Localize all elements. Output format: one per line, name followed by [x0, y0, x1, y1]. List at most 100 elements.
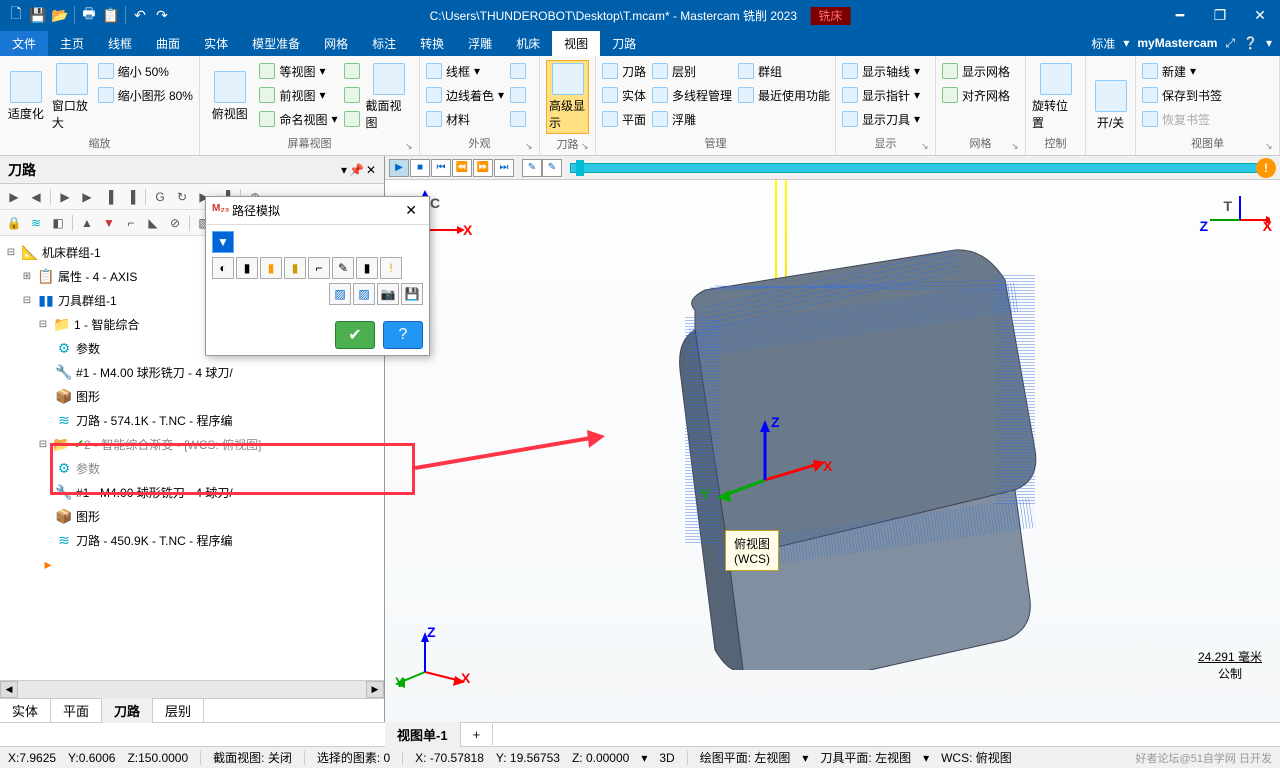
- add-viewsheet-button[interactable]: +: [461, 724, 494, 745]
- arrow-icon[interactable]: ▸: [39, 555, 57, 573]
- tb-icon[interactable]: ▶: [55, 187, 75, 207]
- tab-level[interactable]: 层别: [153, 698, 204, 723]
- show-axis-button[interactable]: 显示轴线▾: [842, 60, 920, 82]
- panel-pin-icon[interactable]: 📌: [349, 163, 364, 177]
- tree-toggle[interactable]: ⊟: [4, 247, 18, 258]
- fit-button[interactable]: 适度化: [6, 60, 46, 133]
- op2-label[interactable]: 2 - 智能综合渐变 - [WCS: 俯视图]: [84, 436, 261, 453]
- maximize-button[interactable]: ❐: [1200, 0, 1240, 30]
- show-pointer-button[interactable]: 显示指针▾: [842, 84, 920, 106]
- menu-toolpath[interactable]: 刀路: [600, 31, 648, 56]
- tb-icon[interactable]: ⊘: [165, 213, 185, 233]
- frontview-button[interactable]: 前视图▾: [259, 84, 337, 106]
- print-icon[interactable]: 🖶: [79, 5, 99, 25]
- isoview-button[interactable]: 等视图▾: [259, 60, 337, 82]
- menu-view[interactable]: 视图: [552, 31, 600, 56]
- dlg-mode-button[interactable]: ▼: [212, 231, 234, 253]
- close-button[interactable]: ✕: [1240, 0, 1280, 30]
- wireframe-button[interactable]: 线框▾: [426, 60, 504, 82]
- mgr-plane-button[interactable]: 平面: [602, 108, 646, 130]
- viewsheet-save-button[interactable]: 保存到书签: [1142, 84, 1222, 106]
- camera-icon[interactable]: 📷: [377, 283, 399, 305]
- dlg-btn[interactable]: ▨: [329, 283, 351, 305]
- down-icon[interactable]: ▼: [99, 213, 119, 233]
- launcher-icon[interactable]: ↘: [525, 141, 537, 153]
- rotate-button[interactable]: 旋转位置: [1032, 60, 1079, 133]
- dlg-btn[interactable]: ▮: [284, 257, 306, 279]
- dlg-btn[interactable]: ▮: [236, 257, 258, 279]
- view-icon-3[interactable]: [344, 111, 360, 127]
- tree-toggle[interactable]: ⊟: [36, 439, 50, 450]
- tb-icon[interactable]: ⌐: [121, 213, 141, 233]
- mgr-group-button[interactable]: 群组: [738, 60, 830, 82]
- show-grid-button[interactable]: 显示网格: [942, 60, 1010, 82]
- tb-icon[interactable]: ↻: [172, 187, 192, 207]
- viewsheet-new-button[interactable]: 新建▾: [1142, 60, 1222, 82]
- menu-wireframe[interactable]: 线框: [96, 31, 144, 56]
- section-view-button[interactable]: 截面视图: [366, 60, 413, 133]
- context-tab[interactable]: 铣床: [810, 7, 850, 25]
- launcher-icon[interactable]: ↘: [921, 141, 933, 153]
- launcher-icon[interactable]: ↘: [405, 141, 417, 153]
- menu-solid[interactable]: 实体: [192, 31, 240, 56]
- menu-relief[interactable]: 浮雕: [456, 31, 504, 56]
- minimize-button[interactable]: ━: [1160, 0, 1200, 30]
- dialog-close-button[interactable]: ✕: [399, 202, 423, 219]
- play-button[interactable]: ▶: [389, 159, 409, 177]
- expand-icon[interactable]: ⤢: [1225, 36, 1235, 51]
- launcher-icon[interactable]: ↘: [1011, 141, 1023, 153]
- menu-brand[interactable]: myMastercam: [1137, 36, 1217, 50]
- dialog-help-button[interactable]: ?: [383, 321, 423, 349]
- mgr-level-button[interactable]: 层别: [652, 60, 732, 82]
- menu-file[interactable]: 文件: [0, 31, 48, 56]
- advanced-display-button[interactable]: 高级显示: [546, 60, 589, 134]
- onoff-button[interactable]: 开/关: [1092, 60, 1129, 151]
- stepback-button[interactable]: ⏪: [452, 159, 472, 177]
- material-button[interactable]: 材料: [426, 108, 504, 130]
- tree-toggle[interactable]: ⊞: [20, 271, 34, 282]
- view-icon-1[interactable]: [344, 63, 360, 79]
- namedview-button[interactable]: 命名视图▾: [259, 108, 337, 130]
- timeline[interactable]: [570, 163, 1268, 173]
- deselect-icon[interactable]: ◀: [26, 187, 46, 207]
- menu-surface[interactable]: 曲面: [144, 31, 192, 56]
- appearance-icon-2[interactable]: [510, 87, 526, 103]
- tb-icon[interactable]: ▶: [77, 187, 97, 207]
- viewsheet-restore-button[interactable]: 恢复书签: [1142, 108, 1222, 130]
- menu-modelprep[interactable]: 模型准备: [240, 31, 312, 56]
- save-icon[interactable]: 💾: [401, 283, 423, 305]
- alert-icon[interactable]: !: [1256, 158, 1276, 178]
- edgeshade-button[interactable]: 边线着色▾: [426, 84, 504, 106]
- menu-mesh[interactable]: 网格: [312, 31, 360, 56]
- appearance-icon-3[interactable]: [510, 111, 526, 127]
- new-icon[interactable]: 🗋: [6, 5, 26, 25]
- mgr-thread-button[interactable]: 多线程管理: [652, 84, 732, 106]
- h-scrollbar[interactable]: ◀▶: [0, 680, 384, 698]
- zoom-window-button[interactable]: 窗口放大: [52, 60, 92, 133]
- tree-toggle[interactable]: ⊟: [36, 319, 50, 330]
- mgr-recent-button[interactable]: 最近使用功能: [738, 84, 830, 106]
- mgr-solid-button[interactable]: 实体: [602, 84, 646, 106]
- menu-transform[interactable]: 转换: [408, 31, 456, 56]
- dialog-ok-button[interactable]: ✔: [335, 321, 375, 349]
- zoom-50-button[interactable]: 缩小 50%: [98, 60, 193, 82]
- stepfwd-button[interactable]: ⏩: [473, 159, 493, 177]
- lock-icon[interactable]: 🔒: [4, 213, 24, 233]
- tab-plane[interactable]: 平面: [51, 698, 102, 723]
- tb-icon[interactable]: ◣: [143, 213, 163, 233]
- status-wcs[interactable]: WCS: 俯视图: [941, 749, 1012, 766]
- dlg-btn[interactable]: ▮: [356, 257, 378, 279]
- trace-button[interactable]: ✎: [522, 159, 542, 177]
- status-cplane[interactable]: 绘图平面: 左视图: [700, 749, 791, 766]
- fastfwd-button[interactable]: ⏭: [494, 159, 514, 177]
- redo-icon[interactable]: ↷: [152, 5, 172, 25]
- tb-icon[interactable]: ▐: [99, 187, 119, 207]
- mgr-relief-button[interactable]: 浮雕: [652, 108, 732, 130]
- menu-standard[interactable]: 标准: [1091, 35, 1115, 52]
- show-tool-button[interactable]: 显示刀具▾: [842, 108, 920, 130]
- dlg-btn[interactable]: ▮: [260, 257, 282, 279]
- undo-icon[interactable]: ↶: [130, 5, 150, 25]
- stop-button[interactable]: ■: [410, 159, 430, 177]
- up-icon[interactable]: ▲: [77, 213, 97, 233]
- tb-icon[interactable]: ▐: [121, 187, 141, 207]
